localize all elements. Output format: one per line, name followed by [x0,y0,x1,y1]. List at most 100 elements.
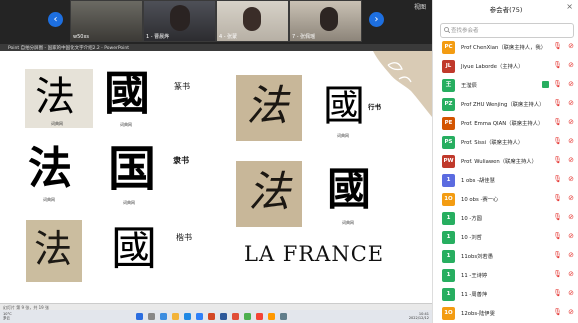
camera-off-icon[interactable]: ⊘ [568,176,574,183]
view-button[interactable]: 视图 [414,2,426,11]
video-strip: ‹ w50xs 1 - 曹晨烨 4 - 张蒙 7 - 张佩瑶 › 视图 [0,0,432,44]
participant-name: 11obs刘若愚 [461,254,493,260]
camera-off-icon[interactable]: ⊘ [568,157,574,164]
participant-name: Prof ChenXian（联席主持人，我） [461,45,546,51]
avatar: 1 [442,250,455,263]
tile-name: 7 - 张佩瑶 [292,34,316,40]
participant-row[interactable]: 王王滢辰 🎙 ⊘ [433,76,578,95]
person-silhouette [243,7,261,31]
participant-row[interactable]: 1 1 obs -胡佳慧 🎙 ⊘ [433,171,578,190]
participants-panel: 参会者(75) × 查找参会者 PC Prof ChenXian（联席主持人，我）… [432,0,578,323]
mic-muted-icon[interactable]: 🎙 [553,214,562,221]
camera-off-icon[interactable]: ⊘ [568,62,574,69]
mic-muted-icon[interactable]: 🎙 [553,195,562,202]
prev-page-button[interactable]: ‹ [48,12,63,27]
participant-row[interactable]: 1 11obs刘若愚 🎙 ⊘ [433,247,578,266]
mic-muted-icon[interactable]: 🎙 [553,309,562,316]
la-france-text: LA FRANCE [244,242,385,266]
weather-desc: 多云 [3,316,10,320]
participant-row[interactable]: 1 10 -刘哲 🎙 ⊘ [433,228,578,247]
system-clock[interactable]: 10:41 2022/12/12 [409,312,429,320]
explorer-icon[interactable] [172,313,179,320]
app-icon[interactable] [232,313,239,320]
camera-off-icon[interactable]: ⊘ [568,100,574,107]
mic-muted-icon[interactable]: 🎙 [553,157,562,164]
camera-off-icon[interactable]: ⊘ [568,252,574,259]
word-icon[interactable] [220,313,227,320]
participant-name: 1 obs -胡佳慧 [461,178,495,184]
camera-off-icon[interactable]: ⊘ [568,119,574,126]
app-icon[interactable] [256,313,263,320]
mic-muted-icon[interactable]: 🎙 [553,176,562,183]
video-tile[interactable]: 1 - 曹晨烨 [143,0,216,42]
avatar: PS [442,136,455,149]
participant-name: 11 -王诗婷 [461,273,488,279]
mic-muted-icon[interactable]: 🎙 [553,271,562,278]
video-tile[interactable]: w50xs [70,0,143,42]
mic-muted-icon[interactable]: 🎙 [553,62,562,69]
running-fa-glyph: 法 [248,167,291,216]
close-icon[interactable]: × [566,2,573,11]
running-fa-image-1: 法 [236,75,302,141]
wechat-icon[interactable] [244,313,251,320]
participant-row[interactable]: JL Jiyue Laborde（主持人） 🎙 ⊘ [433,57,578,76]
meeting-app-icon[interactable] [196,313,203,320]
mic-muted-icon[interactable]: 🎙 [553,100,562,107]
avatar: 1 [442,212,455,225]
mic-muted-icon[interactable]: 🎙 [553,43,562,50]
clock-date: 2022/12/12 [408,316,429,320]
participant-row[interactable]: PW Prof. Wuliawen（联席主持人） 🎙 ⊘ [433,152,578,171]
camera-off-icon[interactable]: ⊘ [568,233,574,240]
participant-row[interactable]: 1 11 -王诗婷 🎙 ⊘ [433,266,578,285]
regular-guo-glyph: 國 [111,221,157,275]
running-fa-image-2: 法 [236,161,302,227]
camera-off-icon[interactable]: ⊘ [568,271,574,278]
participant-row[interactable]: 1O 10 obs -赛一心 🎙 ⊘ [433,190,578,209]
participant-row[interactable]: 1 11 -周善萍 🎙 ⊘ [433,285,578,304]
search-icon[interactable] [148,313,155,320]
participant-search-input[interactable]: 查找参会者 [440,23,574,38]
seal-fa-glyph: 法 [35,74,75,120]
running-fa-glyph: 法 [246,81,289,130]
avatar: JL [442,60,455,73]
camera-off-icon[interactable]: ⊘ [568,309,574,316]
camera-off-icon[interactable]: ⊘ [568,195,574,202]
participant-name: 10 -刘哲 [461,235,482,241]
camera-off-icon[interactable]: ⊘ [568,81,574,88]
start-icon[interactable] [136,313,143,320]
taskview-icon[interactable] [160,313,167,320]
camera-off-icon[interactable]: ⊘ [568,43,574,50]
camera-off-icon[interactable]: ⊘ [568,214,574,221]
windows-taskbar: 10°C 多云 10:41 2022/12/12 [0,310,432,323]
participant-row[interactable]: PZ Prof ZHU Wenjing（联席主持人） 🎙 ⊘ [433,95,578,114]
participant-row[interactable]: PS Prof. Sissi（联席主持人） 🎙 ⊘ [433,133,578,152]
powerpoint-icon[interactable] [208,313,215,320]
mic-muted-icon[interactable]: 🎙 [553,138,562,145]
edge-icon[interactable] [184,313,191,320]
participant-row[interactable]: PE Prof. Emma QIAN（联席主持人） 🎙 ⊘ [433,114,578,133]
participant-name: Prof. Emma QIAN（联席主持人） [461,121,544,127]
app-icon[interactable] [280,313,287,320]
mic-muted-icon[interactable]: 🎙 [553,119,562,126]
mic-muted-icon[interactable]: 🎙 [553,290,562,297]
participant-row[interactable]: 1 10 -方圆 🎙 ⊘ [433,209,578,228]
participant-row[interactable]: PC Prof ChenXian（联席主持人，我） 🎙 ⊘ [433,38,578,57]
mic-muted-icon[interactable]: 🎙 [553,233,562,240]
participant-row[interactable]: 1O 12obs-陆伊雯 🎙 ⊘ [433,304,578,323]
next-page-button[interactable]: › [369,12,384,27]
video-tile[interactable]: 7 - 张佩瑶 [289,0,362,42]
running-guo-glyph: 國 [323,81,366,130]
image-caption: 词典网 [120,122,132,127]
avatar: 1 [442,231,455,244]
weather-widget[interactable]: 10°C 多云 [3,312,12,320]
app-icon[interactable] [268,313,275,320]
camera-off-icon[interactable]: ⊘ [568,138,574,145]
mic-muted-icon[interactable]: 🎙 [553,252,562,259]
seal-script-label: 篆书 [174,82,190,91]
camera-off-icon[interactable]: ⊘ [568,290,574,297]
search-placeholder: 查找参会者 [451,28,479,34]
video-tile[interactable]: 4 - 张蒙 [216,0,289,42]
avatar: 1 [442,288,455,301]
mic-muted-icon[interactable]: 🎙 [553,81,562,88]
participant-name: 12obs-陆伊雯 [461,311,495,317]
